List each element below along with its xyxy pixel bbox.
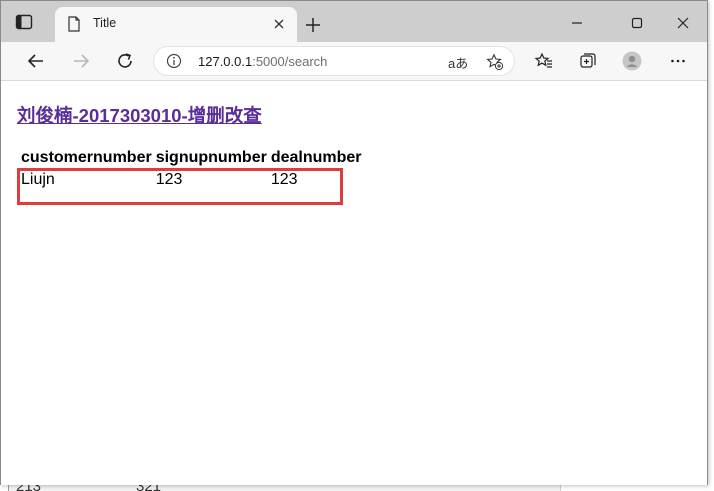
navigation-bar: 127.0.0.1:5000/search aあ [1,42,707,81]
plus-icon[interactable] [304,16,322,34]
column-header-signupnumber: signupnumber [155,149,267,166]
column-header-dealnumber: dealnumber [270,149,362,166]
table-header-row: customernumber signupnumber dealnumber [20,148,363,168]
url-path: :5000/search [252,54,328,69]
active-tab[interactable]: Title [55,7,297,42]
refresh-icon[interactable] [115,51,135,71]
favorite-add-icon[interactable] [486,53,504,71]
minimize-icon[interactable] [567,13,587,33]
page-content: 刘俊楠-2017303010-增删改查 customernumber signu… [1,81,707,485]
tab-bar: Title [1,1,707,42]
collections-icon[interactable] [578,51,598,71]
page-title-link[interactable]: 刘俊楠-2017303010-增删改查 [17,102,262,128]
forward-arrow-icon[interactable] [71,51,91,71]
tab-title: Title [93,16,117,30]
browser-window: Title 127.0.0.1:5000/search aあ 刘俊楠-20173… [0,0,708,485]
window-close-icon[interactable] [673,13,693,33]
back-arrow-icon[interactable] [26,51,46,71]
read-aloud-icon[interactable]: aあ [448,53,468,72]
favorites-icon[interactable] [534,51,554,71]
address-bar[interactable]: 127.0.0.1:5000/search aあ [153,46,515,76]
column-header-customernumber: customernumber [21,149,152,166]
info-icon[interactable] [166,53,182,69]
url-host: 127.0.0.1 [198,54,253,69]
url-text[interactable]: 127.0.0.1:5000/search [198,54,327,69]
highlight-annotation [17,168,343,205]
sidebar-toggle-icon[interactable] [15,13,33,31]
profile-icon[interactable] [622,51,642,71]
more-icon[interactable] [668,51,688,71]
page-icon [68,16,80,32]
close-icon[interactable] [271,16,287,32]
maximize-icon[interactable] [627,13,647,33]
